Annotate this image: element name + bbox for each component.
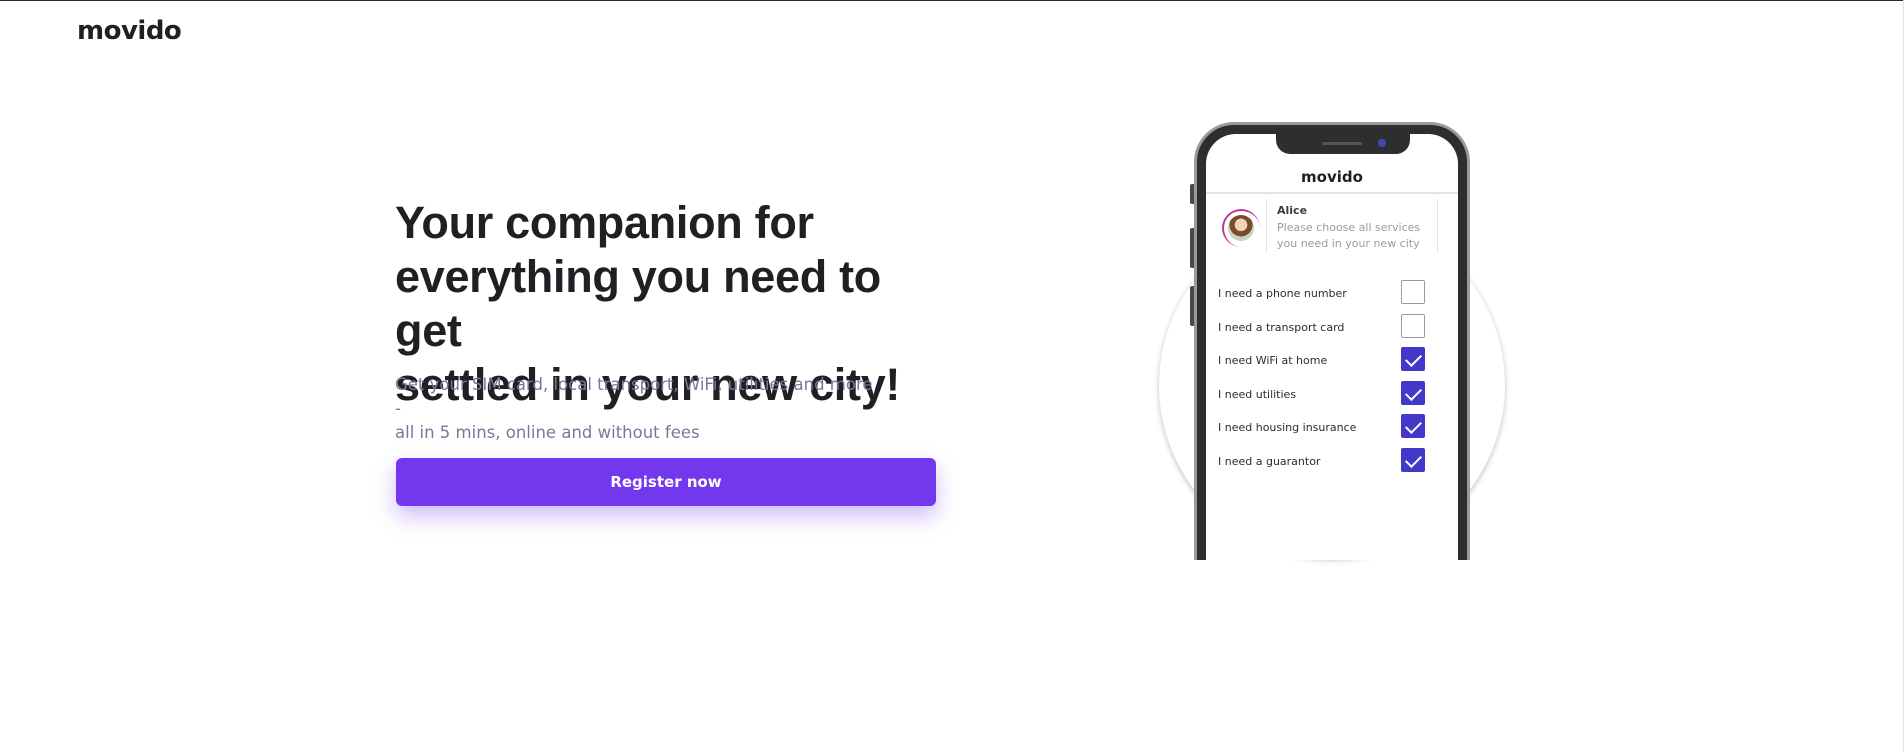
avatar [1228, 215, 1254, 241]
service-checklist: I need a phone number I need a transport… [1218, 280, 1446, 481]
service-item: I need housing insurance [1218, 414, 1446, 448]
service-label: I need a guarantor [1218, 454, 1321, 468]
service-checkbox [1401, 313, 1425, 338]
service-checkbox [1401, 414, 1425, 438]
hero-subtitle-line-2: all in 5 mins, online and without fees [395, 423, 700, 442]
avatar-ring [1222, 209, 1260, 247]
brand-logo[interactable]: movido [77, 16, 182, 46]
app-brand-logo: movido [1301, 168, 1363, 186]
service-item: I need a phone number [1218, 280, 1446, 314]
app-header-divider [1206, 192, 1458, 194]
hero-headline-line-1: Your companion for [395, 197, 814, 248]
chat-message-text: Please choose all services you need in y… [1277, 221, 1421, 250]
phone-screen: movido Alice Please choose all services … [1206, 134, 1458, 560]
service-label: I need a transport card [1218, 320, 1345, 334]
service-item: I need a transport card [1218, 313, 1446, 348]
service-checkbox [1401, 347, 1425, 371]
top-border [0, 0, 1904, 1]
phone-notch [1276, 134, 1410, 154]
phone-illustration: movido Alice Please choose all services … [1150, 100, 1520, 560]
hero-subtitle: Get your SIM card, local transport, WiFi… [395, 373, 875, 445]
service-item: I need a guarantor [1218, 447, 1446, 482]
camera-icon [1378, 139, 1386, 147]
register-button[interactable]: Register now [396, 458, 936, 506]
service-checkbox [1401, 280, 1425, 304]
service-label: I need housing insurance [1218, 421, 1357, 434]
chat-sender-name: Alice [1277, 204, 1308, 217]
chat-message: Alice Please choose all services you nee… [1266, 198, 1438, 253]
speaker-icon [1322, 142, 1362, 145]
service-checkbox [1401, 447, 1425, 472]
service-checkbox [1401, 380, 1425, 405]
service-label: I need utilities [1218, 387, 1297, 401]
service-item: I need WiFi at home [1218, 347, 1446, 381]
service-label: I need WiFi at home [1218, 354, 1328, 367]
service-label: I need a phone number [1218, 287, 1347, 300]
service-item: I need utilities [1218, 380, 1446, 415]
hero-subtitle-line-1: Get your SIM card, local transport, WiFi… [395, 375, 873, 418]
hero-headline-line-2: everything you need to get [395, 251, 881, 356]
